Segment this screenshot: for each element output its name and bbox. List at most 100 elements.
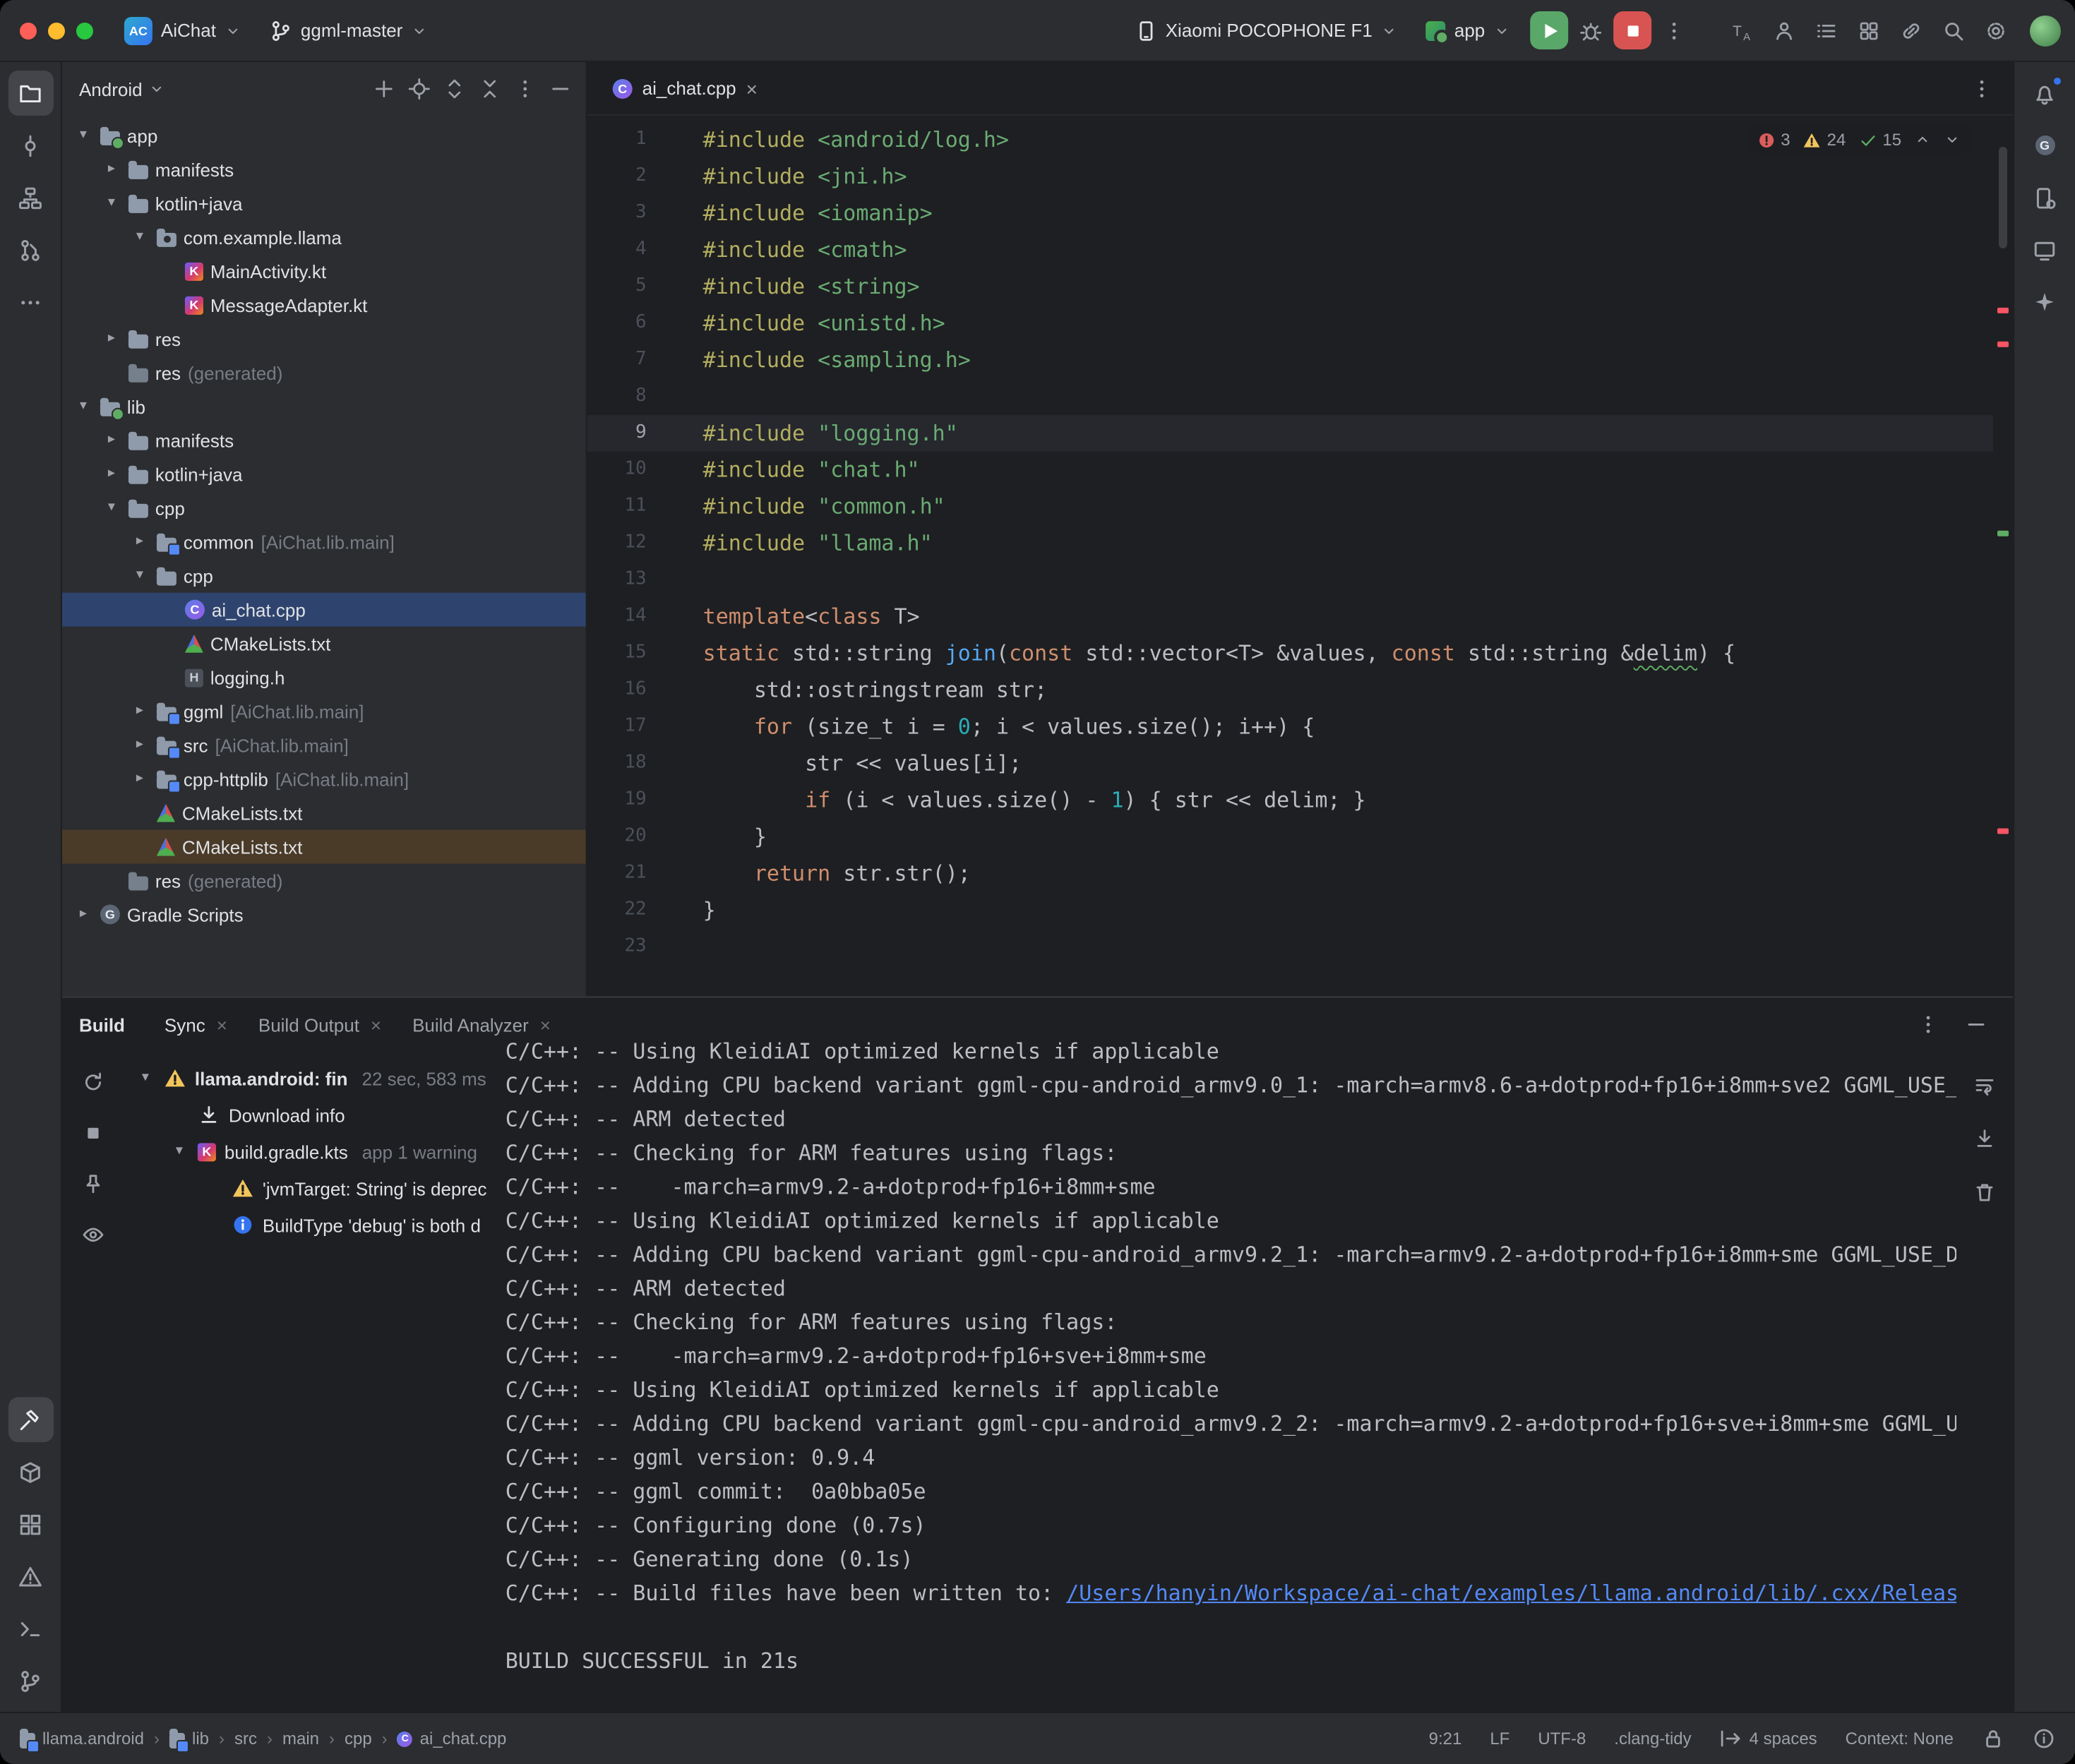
run-config-selector[interactable]: app [1415, 14, 1521, 47]
clear-button[interactable] [1965, 1172, 2004, 1212]
tree-item[interactable]: ▸cpp-httplib [AiChat.lib.main] [62, 762, 586, 796]
chevron-right-icon[interactable]: ▸ [102, 457, 121, 491]
soft-wrap-button[interactable] [1965, 1065, 2004, 1105]
chevron-up-icon[interactable] [1914, 131, 1931, 148]
line-number[interactable]: 4 [587, 232, 669, 268]
code-line[interactable]: 16 std::ostringstream str; [587, 672, 1993, 709]
tree-item[interactable]: ▾com.example.llama [62, 220, 586, 254]
close-tab-icon[interactable]: × [371, 1014, 381, 1035]
chevron-down-icon[interactable]: ▾ [102, 491, 121, 525]
code-line[interactable]: 8 [587, 378, 1993, 415]
chevron-down-icon[interactable]: ▾ [73, 390, 93, 424]
chevron-right-icon[interactable]: ▸ [102, 322, 121, 356]
chevron-right-icon[interactable]: ▸ [130, 525, 150, 559]
chevron-right-icon[interactable]: ▸ [102, 424, 121, 457]
status-lf[interactable]: LF [1490, 1729, 1509, 1748]
tree-item[interactable]: ▸ggml [AiChat.lib.main] [62, 695, 586, 728]
code-line[interactable]: 3#include <iomanip> [587, 195, 1993, 232]
build-tab-build-output[interactable]: Build Output× [244, 997, 395, 1051]
code-line[interactable]: 2#include <jni.h> [587, 158, 1993, 195]
chevron-down-icon[interactable]: ▾ [73, 119, 93, 152]
user-avatar[interactable] [2030, 15, 2061, 46]
tree-item[interactable]: ▸res [62, 322, 586, 356]
code-line[interactable]: 7#include <sampling.h> [587, 342, 1993, 378]
chevron-down-icon[interactable]: ▾ [136, 1061, 155, 1095]
line-number[interactable]: 8 [587, 378, 669, 415]
code-line[interactable]: 14template<class T> [587, 599, 1993, 635]
terminal-tool-button[interactable] [8, 1606, 53, 1651]
line-number[interactable]: 16 [587, 672, 669, 709]
tree-item[interactable]: ▾app [62, 119, 586, 152]
structure-tool-button[interactable] [8, 175, 53, 220]
problems-tool-button[interactable] [8, 1554, 53, 1599]
tree-item[interactable]: ▸kotlin+java [62, 457, 586, 491]
share-link-button[interactable] [1891, 11, 1931, 50]
more-button[interactable] [1654, 11, 1694, 50]
errors-count[interactable]: 3 [1757, 130, 1790, 150]
line-number[interactable]: 5 [587, 268, 669, 305]
code-line[interactable]: 19 if (i < values.size() - 1) { str << d… [587, 782, 1993, 819]
build-tab-sync[interactable]: Sync× [150, 997, 241, 1051]
vcs-branch-widget[interactable]: ggml-master [258, 13, 439, 47]
gradle-tool-button[interactable]: G [2022, 123, 2067, 168]
chevron-right-icon[interactable]: ▸ [130, 728, 150, 762]
build-tree-item[interactable]: ▾Kbuild.gradle.ktsapp 1 warning [124, 1133, 506, 1170]
scrollbar-thumb[interactable] [1999, 147, 2007, 248]
editor-tab-ai-chat-cpp[interactable]: C ai_chat.cpp × [596, 62, 775, 114]
run-button[interactable] [1530, 11, 1568, 49]
device-manager-tool-button[interactable] [2022, 175, 2067, 220]
status--clang-tidy[interactable]: .clang-tidy [1614, 1729, 1691, 1748]
line-number[interactable]: 13 [587, 562, 669, 599]
minimize-button[interactable] [48, 22, 65, 39]
build-tree-item[interactable]: BuildType 'debug' is both d [124, 1206, 506, 1243]
expand-all-button[interactable] [438, 72, 472, 106]
chevron-down-icon[interactable]: ▾ [169, 1134, 189, 1168]
tree-item[interactable]: ▾lib [62, 390, 586, 424]
tree-item[interactable]: KMainActivity.kt [62, 254, 586, 288]
line-number[interactable]: 23 [587, 928, 669, 965]
code-line[interactable]: 17 for (size_t i = 0; i < values.size();… [587, 709, 1993, 745]
info-circle-button[interactable] [2033, 1727, 2055, 1750]
code-line[interactable]: 23 [587, 928, 1993, 965]
line-number[interactable]: 21 [587, 856, 669, 892]
code-line[interactable]: 6#include <unistd.h> [587, 305, 1993, 342]
filter-button[interactable] [73, 1215, 113, 1254]
chevron-down-icon[interactable] [1944, 131, 1961, 148]
line-number[interactable]: 1 [587, 121, 669, 158]
code-line[interactable]: 18 str << values[i]; [587, 745, 1993, 782]
chevron-right-icon[interactable]: ▸ [130, 695, 150, 728]
chevron-right-icon[interactable]: ▸ [102, 152, 121, 186]
hide-button[interactable] [544, 72, 578, 106]
tree-item[interactable]: KMessageAdapter.kt [62, 288, 586, 322]
device-explorer-tool-button[interactable] [8, 1449, 53, 1494]
status-utf-8[interactable]: UTF-8 [1538, 1729, 1586, 1748]
line-number[interactable]: 6 [587, 305, 669, 342]
line-number[interactable]: 9 [587, 415, 669, 452]
code-line[interactable]: 22} [587, 892, 1993, 928]
error-stripe-mark[interactable] [1997, 308, 2009, 313]
tree-item[interactable]: ▸src [AiChat.lib.main] [62, 728, 586, 762]
locate-button[interactable] [402, 72, 436, 106]
code-line[interactable]: 10#include "chat.h" [587, 452, 1993, 488]
version-control-tool-button[interactable] [8, 1658, 53, 1703]
line-number[interactable]: 14 [587, 599, 669, 635]
editor-more-button[interactable] [1962, 68, 2002, 108]
tree-item[interactable]: Cai_chat.cpp [62, 593, 586, 627]
code-line[interactable]: 4#include <cmath> [587, 232, 1993, 268]
stop-button[interactable] [1613, 11, 1651, 49]
close-tab-icon[interactable]: × [540, 1014, 551, 1035]
code-line[interactable]: 21 return str.str(); [587, 856, 1993, 892]
tree-item[interactable]: ▾kotlin+java [62, 186, 586, 220]
notifications-tool-button[interactable] [2022, 71, 2067, 116]
line-number[interactable]: 7 [587, 342, 669, 378]
line-number[interactable]: 20 [587, 819, 669, 856]
breadcrumb-item[interactable]: Cai_chat.cpp [397, 1729, 507, 1748]
status-9-21[interactable]: 9:21 [1429, 1729, 1462, 1748]
tree-item[interactable]: ▾cpp [62, 559, 586, 593]
build-tree-item[interactable]: Download info [124, 1096, 506, 1133]
project-tool-button[interactable] [8, 71, 53, 116]
translate-button[interactable]: TA [1722, 11, 1762, 50]
code-line[interactable]: 20 } [587, 819, 1993, 856]
tree-item[interactable]: CMakeLists.txt [62, 796, 586, 830]
line-number[interactable]: 18 [587, 745, 669, 782]
